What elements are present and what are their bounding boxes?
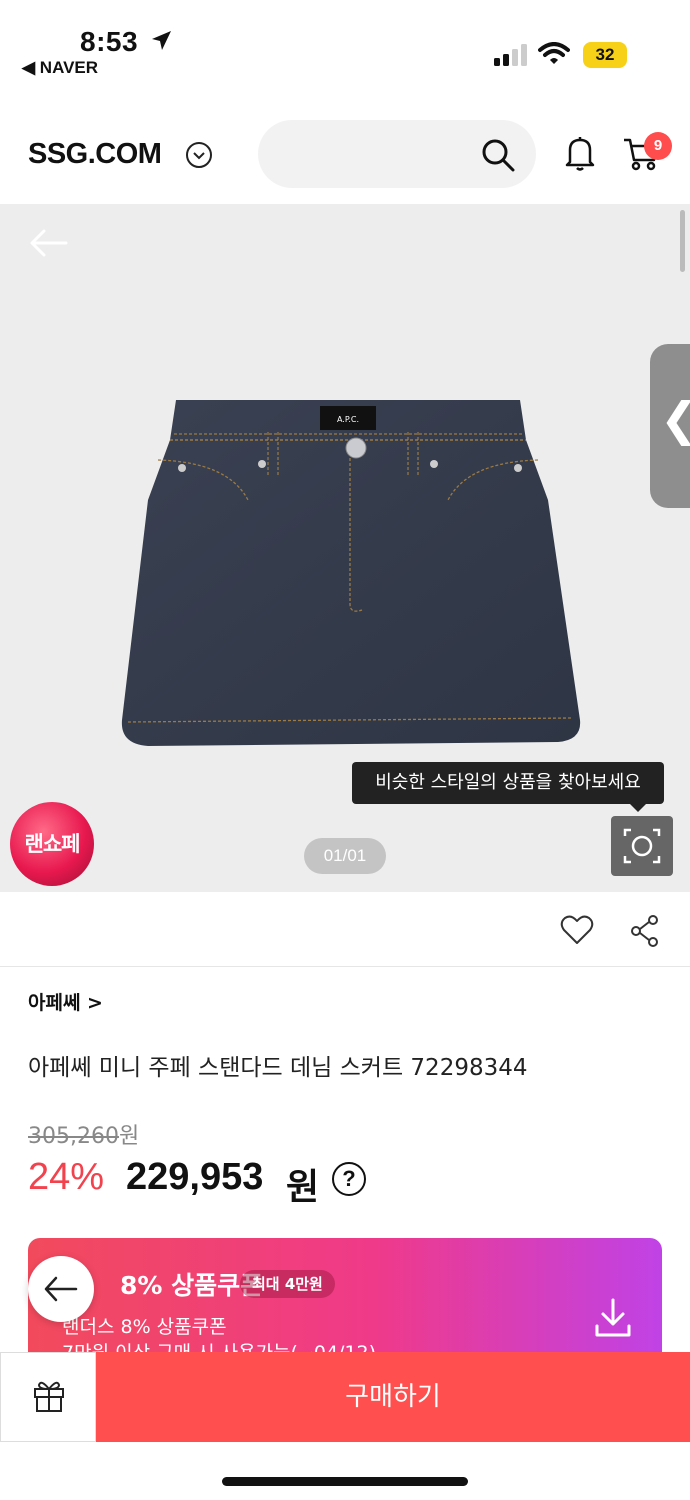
home-indicator[interactable] [222, 1477, 468, 1486]
site-header: SSG.COM [0, 100, 690, 204]
visual-search-button[interactable] [611, 816, 673, 876]
site-logo[interactable]: SSG.COM [28, 138, 162, 171]
cellular-signal-icon [494, 44, 527, 66]
price-help-icon[interactable]: ? [332, 1162, 366, 1196]
original-price: 305,260원 [28, 1118, 139, 1150]
back-to-app-link[interactable]: ◀ NAVER [22, 58, 98, 78]
download-icon[interactable] [594, 1298, 632, 1338]
denim-skirt-image: A.P.C. [121, 400, 581, 746]
gift-button[interactable] [0, 1352, 96, 1442]
chevron-down-icon[interactable] [186, 142, 212, 168]
back-arrow-icon[interactable] [28, 228, 68, 258]
chevron-left-icon: ❮ [660, 392, 690, 446]
search-icon[interactable] [480, 137, 516, 173]
sale-price: 229,953 [126, 1156, 264, 1198]
product-title: 아페쎄 미니 주페 스탠다드 데님 스커트 72298344 [28, 1055, 528, 1081]
coupon-max-badge: 최대 4만원 [240, 1270, 335, 1298]
heart-icon[interactable] [560, 914, 594, 946]
divider [0, 966, 690, 967]
coupon-banner[interactable]: 8% 상품쿠폰 최대 4만원 랜더스 8% 상품쿠폰 7만원 이상 구매 시 사… [28, 1238, 662, 1370]
status-bar: 8:53 ◀ NAVER 32 [0, 0, 690, 100]
sale-price-currency: 원 [286, 1167, 320, 1208]
brand-link[interactable]: 아페쎄 > [28, 988, 103, 1015]
camera-scan-icon [623, 828, 661, 864]
original-price-value: 305,260 [28, 1124, 119, 1149]
tooltip-pointer [630, 804, 646, 812]
floating-back-button[interactable] [28, 1256, 94, 1322]
svg-text:A.P.C.: A.P.C. [337, 415, 359, 424]
buy-button[interactable]: 구매하기 [96, 1352, 690, 1442]
original-price-currency: 원 [118, 1124, 140, 1149]
back-arrow-icon [44, 1276, 78, 1302]
similar-style-tooltip: 비슷한 스타일의 상품을 찾아보세요 [352, 762, 664, 804]
live-shopping-badge[interactable]: 랜쇼페 [10, 802, 94, 886]
side-panel-toggle[interactable]: ❮ [650, 344, 690, 508]
location-arrow-icon [152, 31, 171, 50]
discount-rate: 24% [28, 1156, 105, 1198]
status-time: 8:53 [80, 26, 139, 57]
wifi-icon [538, 42, 570, 64]
gift-icon [34, 1381, 64, 1412]
product-image-area[interactable]: ❮ A.P.C. 비슷한 스타일의 상품을 찾아보세요 [0, 204, 690, 892]
cart-count-badge: 9 [644, 132, 672, 160]
share-icon[interactable] [630, 914, 660, 948]
image-page-indicator: 01/01 [304, 838, 386, 874]
battery-indicator: 32 [583, 42, 627, 68]
scrollbar[interactable] [680, 210, 685, 272]
bell-icon[interactable] [562, 134, 598, 172]
